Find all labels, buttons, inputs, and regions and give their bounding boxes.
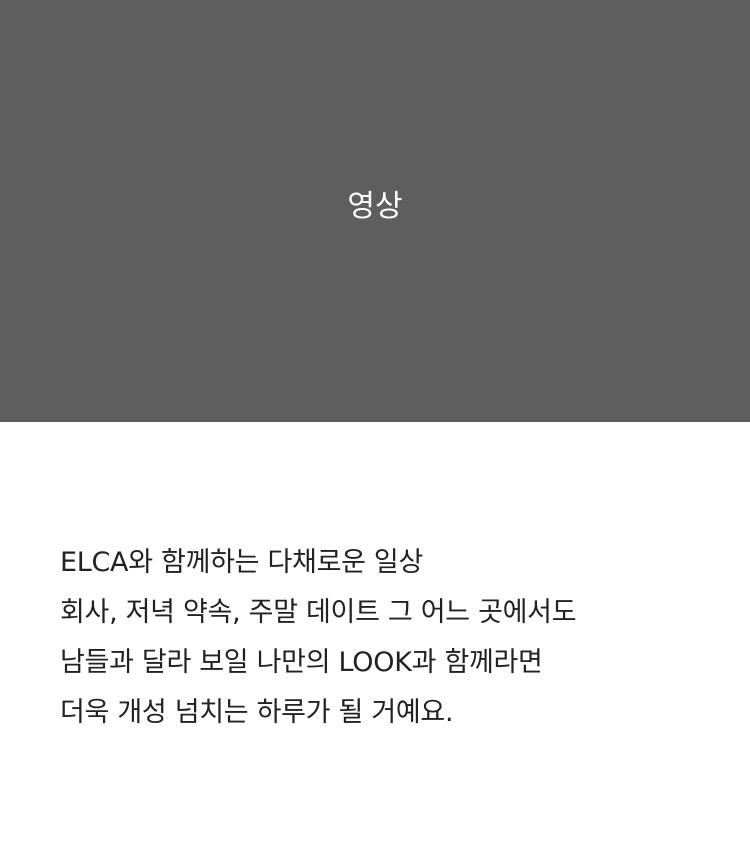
description-line-2: 회사, 저녁 약속, 주말 데이트 그 어느 곳에서도 (60, 597, 577, 628)
description-text-block: ELCA와 함께하는 다채로운 일상 회사, 저녁 약속, 주말 데이트 그 어… (60, 538, 700, 738)
description-line-1: ELCA와 함께하는 다채로운 일상 (60, 547, 424, 578)
video-label: 영상 (347, 189, 403, 224)
description-line-4: 더욱 개성 넘치는 하루가 될 거예요. (60, 697, 454, 728)
video-placeholder[interactable]: 영상 (0, 0, 750, 422)
description-line-3: 남들과 달라 보일 나만의 LOOK과 함께라면 (60, 647, 543, 678)
